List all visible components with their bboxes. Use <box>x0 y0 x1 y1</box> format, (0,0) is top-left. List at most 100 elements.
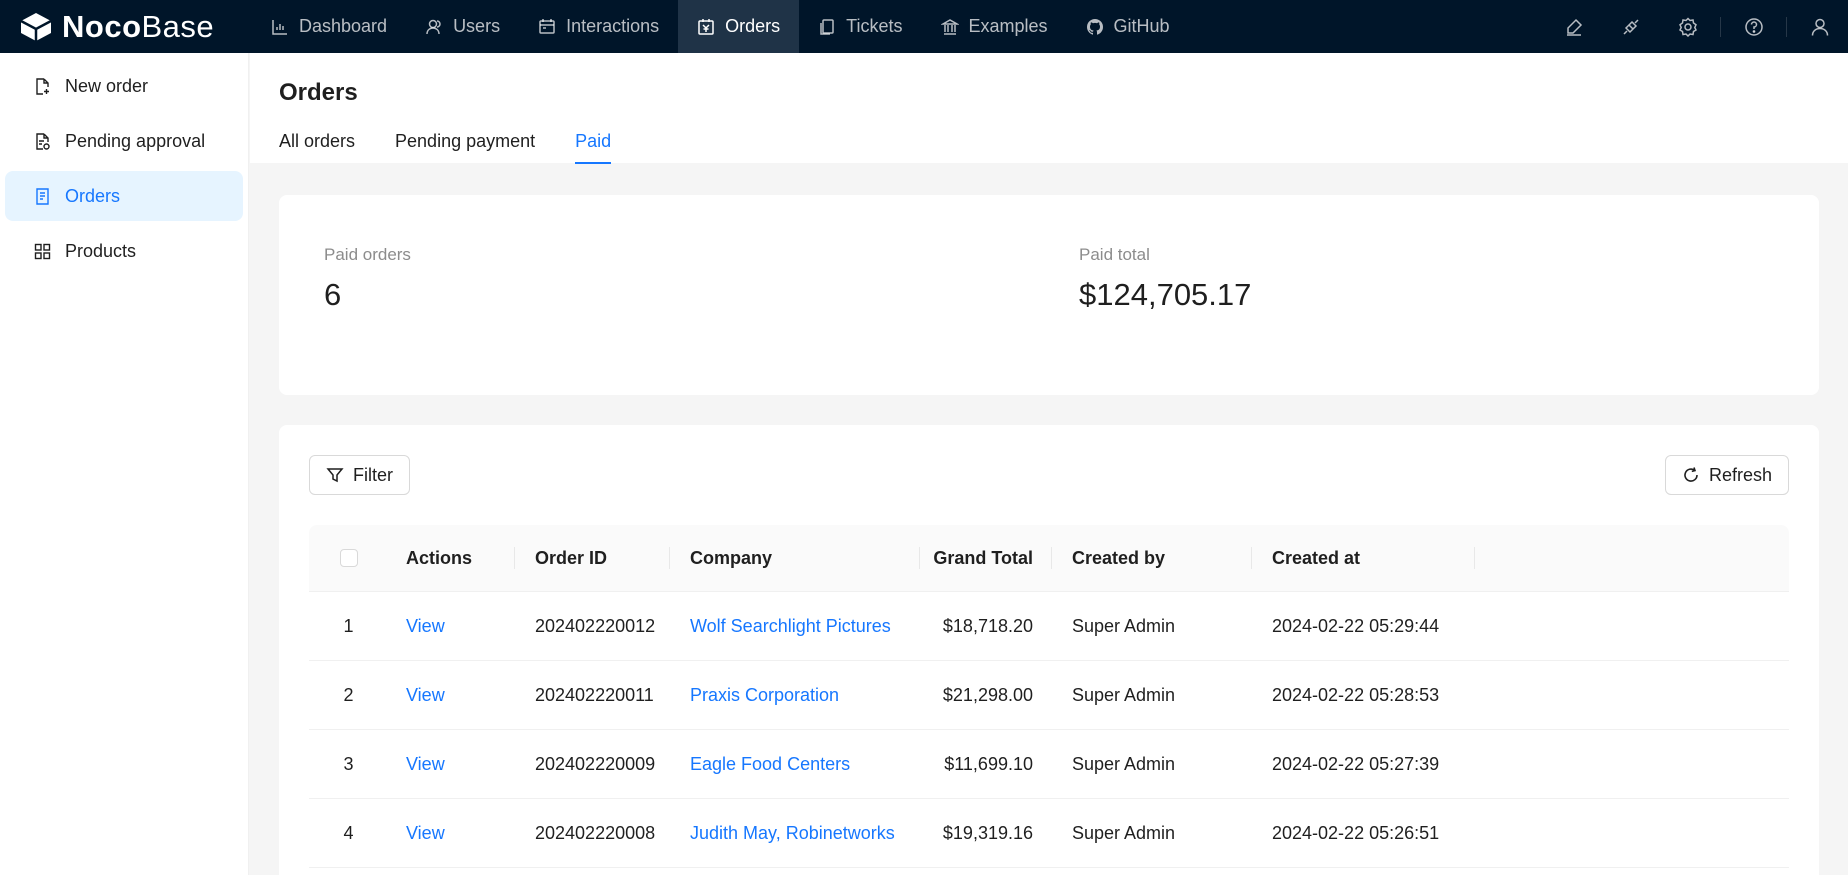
column-header-actions: Actions <box>388 525 515 591</box>
table-header: Actions Order ID Company Grand Total Cre… <box>309 525 1789 592</box>
view-link: View <box>388 661 515 729</box>
github-icon <box>1086 18 1103 35</box>
sidebar-item-label: New order <box>65 75 149 96</box>
user-menu-button[interactable] <box>1791 0 1848 53</box>
created-by-cell: Super Admin <box>1072 822 1176 843</box>
company-link[interactable]: Praxis Corporation <box>690 685 839 706</box>
nav-examples[interactable]: Examples <box>922 0 1067 53</box>
order-id-cell: 202402220009 <box>535 753 656 774</box>
table-row: 1 View 202402220012 Wolf Searchlight Pic… <box>309 592 1789 661</box>
table-row: 2 View 202402220011 Praxis Corporation $… <box>309 661 1789 730</box>
row-index: 4 <box>343 822 354 843</box>
row-index: 1 <box>343 615 354 636</box>
orders-table: Actions Order ID Company Grand Total Cre… <box>309 525 1789 868</box>
refresh-button[interactable]: Refresh <box>1664 455 1789 495</box>
account-book-icon <box>698 18 714 35</box>
logo[interactable]: NocoBase <box>0 0 252 53</box>
tab-all-orders[interactable]: All orders <box>279 131 355 164</box>
stat-value: 6 <box>324 277 342 312</box>
divider <box>1720 16 1721 37</box>
nav-dashboard[interactable]: Dashboard <box>252 0 406 53</box>
company-cell: Judith May, Robinetworks <box>670 799 920 867</box>
filter-icon <box>326 468 344 483</box>
nav-tickets[interactable]: Tickets <box>799 0 921 53</box>
stat-value: $124,705.17 <box>1079 277 1252 312</box>
view-link: View <box>388 730 515 798</box>
nav-dashboard-label: Dashboard <box>299 16 388 36</box>
nav-github[interactable]: GitHub <box>1067 0 1189 53</box>
sidebar: New order Pending approval Orders Produc… <box>0 53 249 875</box>
view-link: View <box>388 592 515 660</box>
column-header-company[interactable]: Company <box>670 525 920 591</box>
row-index: 2 <box>343 684 354 705</box>
logo-text: NocoBase <box>62 9 215 44</box>
nav-interactions-label: Interactions <box>566 16 660 36</box>
nav-users[interactable]: Users <box>406 0 519 53</box>
nav-users-label: Users <box>453 16 501 36</box>
settings-icon <box>1678 16 1697 37</box>
select-all-checkbox[interactable] <box>339 549 358 567</box>
nav-interactions[interactable]: Interactions <box>519 0 678 53</box>
row-index: 3 <box>343 753 354 774</box>
divider <box>1786 16 1787 37</box>
copy-icon <box>820 18 834 35</box>
file-sync-icon <box>36 132 50 150</box>
file-add-icon <box>36 77 49 95</box>
top-navbar: NocoBase Dashboard Users Interactions Or… <box>0 0 1848 53</box>
company-cell: Wolf Searchlight Pictures <box>670 592 920 660</box>
company-cell: Praxis Corporation <box>670 661 920 729</box>
sidebar-item-products[interactable]: Products <box>5 226 243 276</box>
stat-label: Paid total <box>1079 245 1150 264</box>
stat-paid-orders: Paid orders 6 <box>324 245 411 313</box>
column-header-created-at[interactable]: Created at <box>1252 525 1475 591</box>
view-link-label[interactable]: View <box>406 754 445 775</box>
nav-github-label: GitHub <box>1113 16 1170 36</box>
select-all-cell <box>309 525 388 591</box>
order-id-cell: 202402220008 <box>535 822 656 843</box>
plugins-button[interactable] <box>1602 0 1659 53</box>
grand-total-cell: $11,699.10 <box>944 753 1033 774</box>
sidebar-item-new-order[interactable]: New order <box>5 61 243 111</box>
view-link-label[interactable]: View <box>406 685 445 706</box>
file-text-icon <box>36 187 49 205</box>
settings-button[interactable] <box>1659 0 1716 53</box>
table-row: 4 View 202402220008 Judith May, Robinetw… <box>309 799 1789 868</box>
column-header-grand-total[interactable]: Grand Total <box>920 525 1052 591</box>
view-link-label[interactable]: View <box>406 616 445 637</box>
table-row: 3 View 202402220009 Eagle Food Centers $… <box>309 730 1789 799</box>
appstore-icon <box>34 243 51 259</box>
help-button[interactable] <box>1725 0 1782 53</box>
reload-icon <box>1684 467 1698 482</box>
stat-paid-total: Paid total $124,705.17 <box>1079 245 1251 313</box>
created-by-cell: Super Admin <box>1072 615 1176 636</box>
company-link[interactable]: Judith May, Robinetworks <box>690 823 895 844</box>
bank-icon <box>940 18 959 35</box>
main-nav: Dashboard Users Interactions Orders Tick… <box>252 0 1189 53</box>
company-link[interactable]: Eagle Food Centers <box>690 754 850 775</box>
users-icon <box>426 19 441 34</box>
refresh-button-label: Refresh <box>1708 464 1772 485</box>
view-link-label[interactable]: View <box>406 823 445 844</box>
calendar-icon <box>539 18 555 34</box>
created-at-cell: 2024-02-22 05:28:53 <box>1272 684 1440 705</box>
ui-editor-button[interactable] <box>1545 0 1602 53</box>
nav-orders[interactable]: Orders <box>678 0 800 53</box>
top-actions <box>1545 0 1848 53</box>
page-header: Orders All orders Pending payment Paid <box>250 53 1848 164</box>
tab-pending-payment[interactable]: Pending payment <box>395 131 535 164</box>
created-at-cell: 2024-02-22 05:29:44 <box>1272 615 1440 636</box>
column-header-order-id[interactable]: Order ID <box>515 525 670 591</box>
grand-total-cell: $21,298.00 <box>942 684 1033 705</box>
company-link[interactable]: Wolf Searchlight Pictures <box>690 616 891 637</box>
sidebar-item-orders[interactable]: Orders <box>5 171 243 221</box>
bar-chart-icon <box>272 19 287 35</box>
nav-examples-label: Examples <box>968 16 1048 36</box>
sidebar-item-pending-approval[interactable]: Pending approval <box>5 116 243 166</box>
nav-orders-label: Orders <box>725 16 781 36</box>
filter-button[interactable]: Filter <box>309 455 410 495</box>
logo-icon <box>20 12 52 41</box>
user-icon <box>1811 18 1828 36</box>
tab-paid[interactable]: Paid <box>575 131 612 164</box>
column-header-created-by[interactable]: Created by <box>1052 525 1252 591</box>
created-at-cell: 2024-02-22 05:27:39 <box>1272 753 1440 774</box>
